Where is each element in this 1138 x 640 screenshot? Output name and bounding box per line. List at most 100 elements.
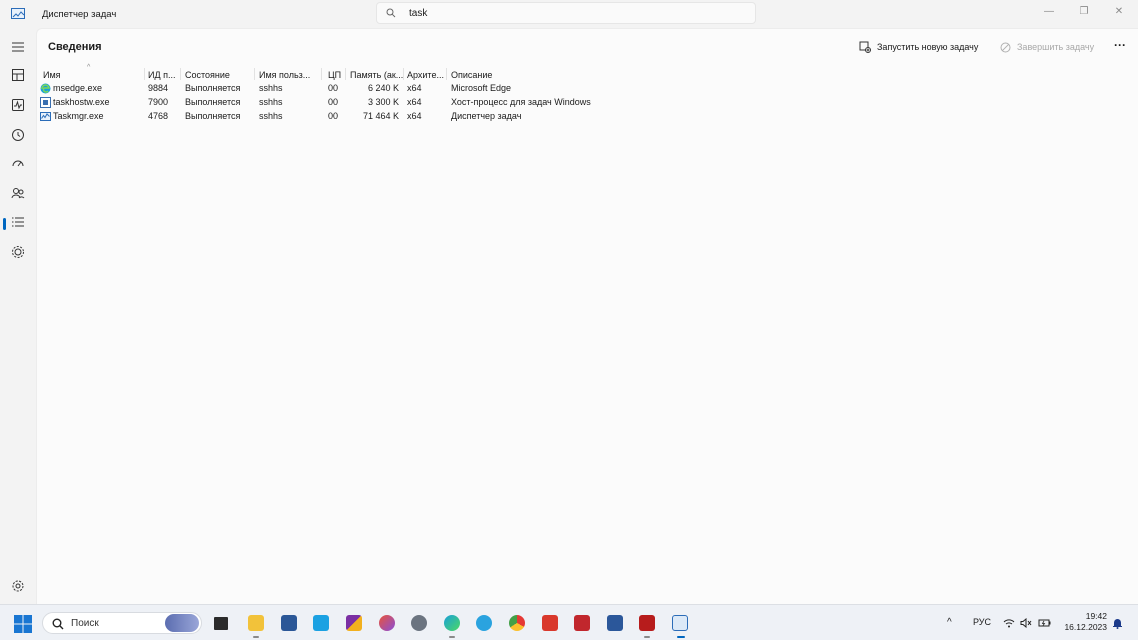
table-row[interactable]: taskhostw.exe 7900 Выполняется sshhs 00 … xyxy=(37,96,1138,110)
task-manager-icon[interactable] xyxy=(672,615,688,631)
telegram-icon[interactable] xyxy=(476,615,492,631)
performance-icon[interactable] xyxy=(8,98,28,116)
column-separator[interactable] xyxy=(144,68,145,80)
taskmgr-icon xyxy=(40,112,51,121)
process-arch: x64 xyxy=(407,83,422,93)
column-separator[interactable] xyxy=(180,68,181,80)
services-icon[interactable] xyxy=(8,245,28,263)
search-input[interactable]: task xyxy=(376,2,756,24)
aida64-icon[interactable] xyxy=(639,615,655,631)
column-header-architecture[interactable]: Архите... xyxy=(407,70,444,80)
search-value: task xyxy=(409,8,428,19)
users-icon[interactable] xyxy=(8,186,28,204)
process-memory: 6 240 K xyxy=(367,83,399,93)
running-indicator xyxy=(449,636,455,638)
column-header-status[interactable]: Состояние xyxy=(185,70,230,80)
process-pid: 4768 xyxy=(148,111,169,121)
table-row[interactable]: Taskmgr.exe 4768 Выполняется sshhs 00 71… xyxy=(37,110,1138,124)
process-cpu: 00 xyxy=(328,83,339,93)
settings-icon[interactable] xyxy=(8,579,28,597)
column-separator[interactable] xyxy=(403,68,404,80)
process-description: Microsoft Edge xyxy=(451,83,512,93)
language-indicator[interactable]: РУС xyxy=(973,617,991,627)
run-task-icon xyxy=(859,41,871,53)
taskhost-icon xyxy=(40,97,51,108)
clock-date: 16.12.2023 xyxy=(1064,622,1107,632)
chrome-icon[interactable] xyxy=(509,615,525,631)
sort-ascending-icon: ^ xyxy=(87,64,91,71)
menu-icon[interactable] xyxy=(8,40,28,58)
search-icon xyxy=(386,8,396,18)
volume-muted-icon[interactable] xyxy=(1020,618,1032,628)
running-indicator xyxy=(644,636,650,638)
active-indicator xyxy=(677,636,685,638)
column-separator[interactable] xyxy=(345,68,346,80)
process-description: Диспетчер задач xyxy=(451,111,522,121)
process-cpu: 00 xyxy=(328,111,339,121)
battery-icon[interactable] xyxy=(1038,618,1052,628)
wifi-icon[interactable] xyxy=(1003,618,1015,628)
column-header-cpu[interactable]: ЦП xyxy=(328,70,341,80)
app-red-icon[interactable] xyxy=(542,615,558,631)
process-name: Taskmgr.exe xyxy=(53,111,104,121)
column-separator[interactable] xyxy=(254,68,255,80)
search-icon xyxy=(52,618,64,630)
firefox-icon[interactable] xyxy=(379,615,395,631)
title-bar: Диспетчер задач task — ❐ ✕ xyxy=(0,0,1138,28)
details-page: Сведения Запустить новую задачу Завершит… xyxy=(36,28,1138,604)
search-highlight-image xyxy=(165,614,199,632)
process-user: sshhs xyxy=(259,97,283,107)
close-button[interactable]: ✕ xyxy=(1110,4,1128,20)
run-new-task-button[interactable]: Запустить новую задачу xyxy=(859,39,978,55)
end-task-icon xyxy=(1000,42,1011,52)
clock[interactable]: 19:42 16.12.2023 xyxy=(1063,611,1107,633)
column-header-memory[interactable]: Память (ак... xyxy=(350,70,403,80)
tray-overflow-chevron-icon[interactable]: ^ xyxy=(947,617,952,628)
winrar-icon[interactable] xyxy=(346,615,362,631)
details-icon[interactable] xyxy=(8,215,28,233)
edge-icon xyxy=(40,83,51,94)
running-indicator xyxy=(253,636,259,638)
word-icon[interactable] xyxy=(607,615,623,631)
app-history-icon[interactable] xyxy=(8,128,28,146)
column-separator[interactable] xyxy=(446,68,447,80)
column-header-description[interactable]: Описание xyxy=(451,70,492,80)
more-options-button[interactable]: ··· xyxy=(1112,37,1128,53)
process-user: sshhs xyxy=(259,111,283,121)
restore-button[interactable]: ❐ xyxy=(1075,4,1093,20)
store-icon[interactable] xyxy=(281,615,297,631)
process-status: Выполняется xyxy=(185,111,241,121)
process-status: Выполняется xyxy=(185,97,241,107)
page-title: Сведения xyxy=(48,41,102,53)
task-manager-app-icon xyxy=(11,8,25,19)
column-header-user[interactable]: Имя польз... xyxy=(259,70,310,80)
edge-icon[interactable] xyxy=(444,615,460,631)
process-name: msedge.exe xyxy=(53,83,103,93)
taskbar-search-placeholder: Поиск xyxy=(71,618,99,629)
process-arch: x64 xyxy=(407,111,422,121)
table-row[interactable]: msedge.exe 9884 Выполняется sshhs 00 6 2… xyxy=(37,82,1138,96)
column-separator[interactable] xyxy=(321,68,322,80)
start-windows-icon[interactable] xyxy=(14,615,32,633)
process-name: taskhostw.exe xyxy=(53,97,110,107)
minimize-button[interactable]: — xyxy=(1040,4,1058,20)
end-task-label: Завершить задачу xyxy=(1017,42,1095,52)
notification-bell-icon[interactable] xyxy=(1112,617,1123,629)
process-description: Хост-процесс для задач Windows xyxy=(451,97,591,107)
taskbar-search[interactable]: Поиск xyxy=(42,612,202,634)
processes-icon[interactable] xyxy=(8,68,28,86)
settings-icon[interactable] xyxy=(411,615,427,631)
end-task-button[interactable]: Завершить задачу xyxy=(1000,39,1094,55)
process-user: sshhs xyxy=(259,83,283,93)
startup-apps-icon[interactable] xyxy=(8,157,28,175)
task-view-icon[interactable] xyxy=(214,617,228,630)
process-cpu: 00 xyxy=(328,97,339,107)
column-header-pid[interactable]: ИД п... xyxy=(148,70,175,80)
run-new-task-label: Запустить новую задачу xyxy=(877,42,979,52)
app-store-icon[interactable] xyxy=(313,615,329,631)
access-icon[interactable] xyxy=(574,615,590,631)
taskbar: Поиск ^ РУС 19:42 16.12.2023 xyxy=(0,604,1138,640)
column-header-name[interactable]: Имя xyxy=(43,70,61,80)
file-explorer-icon[interactable] xyxy=(248,615,264,631)
window-title: Диспетчер задач xyxy=(42,9,117,20)
